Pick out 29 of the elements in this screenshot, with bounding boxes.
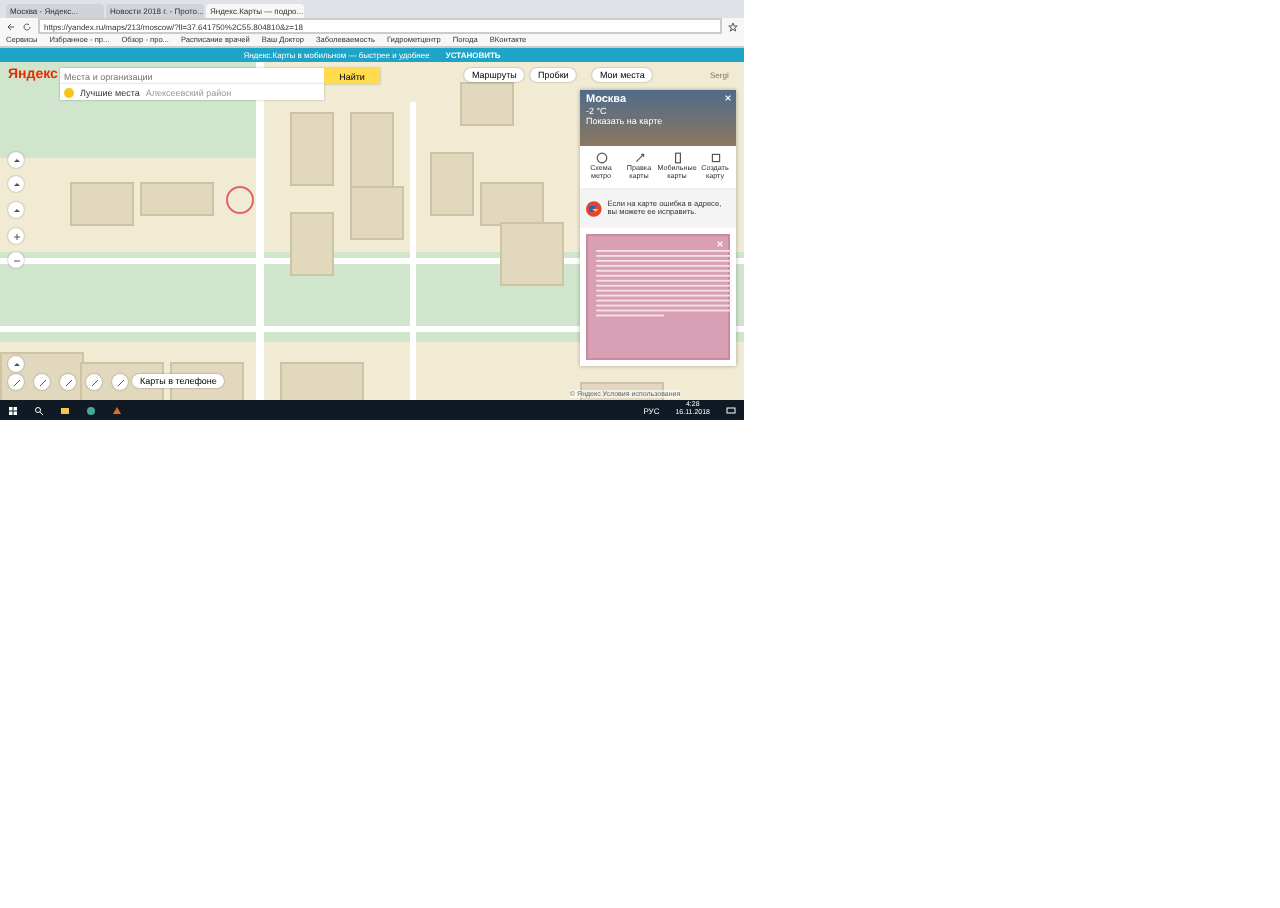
- pencil-icon: [633, 152, 645, 164]
- phone-icon: [671, 152, 683, 164]
- star-icon: [728, 21, 738, 31]
- building: [70, 182, 134, 226]
- notification-icon: [726, 405, 736, 415]
- metro-icon: [595, 152, 607, 164]
- building: [280, 362, 364, 400]
- search-icon: [34, 405, 44, 415]
- reload-icon: [22, 21, 32, 31]
- building: [430, 152, 474, 216]
- zoom-in-icon: [11, 231, 21, 241]
- place-marker: [226, 186, 254, 214]
- building: [290, 212, 334, 276]
- zoom-out-icon: [11, 255, 21, 265]
- text-lines-drawing: [596, 249, 732, 320]
- map-view[interactable]: [0, 62, 744, 400]
- back-arrow-icon: [6, 21, 16, 31]
- windows-logo-icon: [8, 405, 18, 415]
- close-icon: [724, 94, 732, 102]
- building: [580, 382, 664, 400]
- building: [460, 82, 514, 126]
- folder-icon: [60, 405, 70, 415]
- fox-icon: [112, 405, 122, 415]
- star-badge-icon: [64, 87, 74, 97]
- browser-icon: [86, 405, 96, 415]
- map-sheet-icon: [709, 152, 721, 164]
- flag-badge-icon: [586, 195, 602, 222]
- building: [290, 112, 334, 186]
- building: [140, 182, 214, 216]
